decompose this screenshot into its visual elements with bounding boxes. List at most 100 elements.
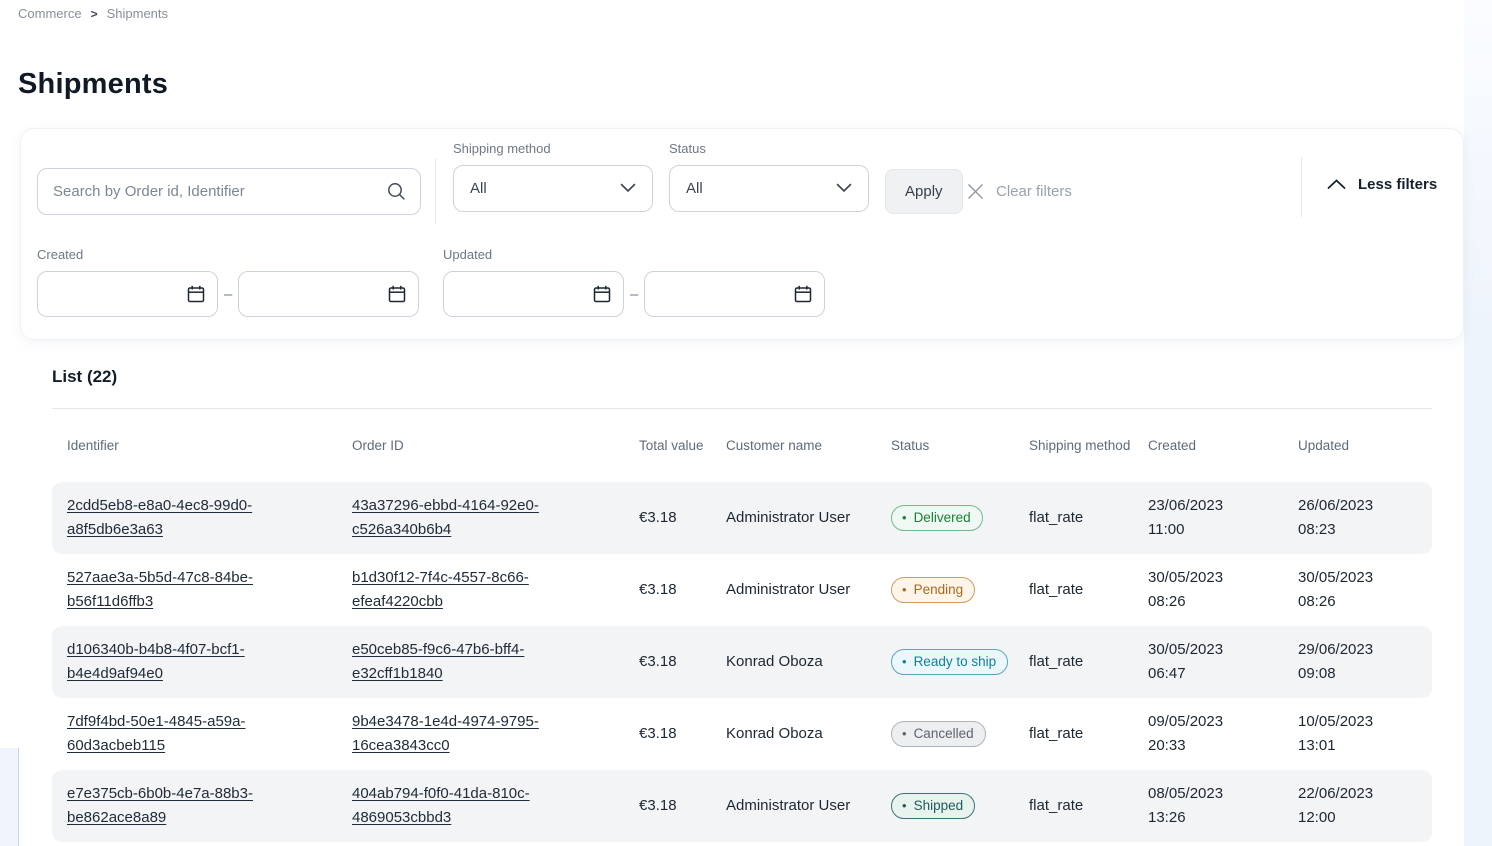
status-badge: •Ready to ship <box>891 649 1008 675</box>
order-id-cell: 43a37296-ebbd-4164-92e0-c526a340b6b4 <box>337 494 587 542</box>
created-cell: 08/05/2023 13:26 <box>1133 782 1251 830</box>
total-value-cell: €3.18 <box>624 722 711 746</box>
order-id-link[interactable]: e50ceb85-f9c6-47b6-bff4-e32cff1b1840 <box>352 638 567 686</box>
customer-name-cell: Konrad Oboza <box>711 650 876 674</box>
status-dot-icon: • <box>902 801 907 811</box>
status-filter-value: All <box>686 180 703 197</box>
customer-name-cell: Konrad Oboza <box>711 722 876 746</box>
status-select[interactable]: All <box>669 165 869 212</box>
updated-cell: 22/06/2023 12:00 <box>1283 782 1401 830</box>
chevron-down-icon <box>836 180 852 197</box>
total-value-cell: €3.18 <box>624 794 711 818</box>
status-badge: •Shipped <box>891 793 975 819</box>
calendar-icon <box>793 284 813 309</box>
clear-filters-button[interactable]: Clear filters <box>966 169 1072 214</box>
column-header: Created <box>1133 437 1283 455</box>
table-header-row: IdentifierOrder IDTotal valueCustomer na… <box>52 409 1432 482</box>
less-filters-label: Less filters <box>1358 176 1437 193</box>
table-row[interactable]: 527aae3a-5b5d-47c8-84be-b56f11d6ffb3 b1d… <box>52 554 1432 626</box>
updated-cell: 30/05/2023 08:26 <box>1283 566 1401 614</box>
status-cell: •Ready to ship <box>876 649 1014 675</box>
column-header: Shipping method <box>1014 437 1133 455</box>
updated-cell: 26/06/2023 08:23 <box>1283 494 1401 542</box>
shipping-method-cell: flat_rate <box>1014 722 1133 746</box>
order-id-cell: 404ab794-f0f0-41da-810c-4869053cbbd3 <box>337 782 587 830</box>
order-id-link[interactable]: b1d30f12-7f4c-4557-8c66-efeaf4220cbb <box>352 566 567 614</box>
search-icon <box>386 181 407 207</box>
status-dot-icon: • <box>902 585 907 595</box>
updated-filter-label: Updated <box>443 247 825 262</box>
column-header: Total value <box>624 437 711 455</box>
close-icon <box>966 182 985 201</box>
created-filter-label: Created <box>37 247 419 262</box>
range-separator: – <box>630 286 638 303</box>
shipping-method-value: All <box>470 180 487 197</box>
identifier-cell: d106340b-b4b8-4f07-bcf1-b4e4d9af94e0 <box>52 638 302 686</box>
order-id-link[interactable]: 404ab794-f0f0-41da-810c-4869053cbbd3 <box>352 782 567 830</box>
order-id-cell: 9b4e3478-1e4d-4974-9795-16cea3843cc0 <box>337 710 587 758</box>
list-title: List (22) <box>52 362 1432 387</box>
created-cell: 23/06/2023 11:00 <box>1133 494 1251 542</box>
status-badge: •Pending <box>891 577 975 603</box>
table-row[interactable]: 7df9f4bd-50e1-4845-a59a-60d3acbeb115 9b4… <box>52 698 1432 770</box>
range-separator: – <box>224 286 232 303</box>
identifier-link[interactable]: d106340b-b4b8-4f07-bcf1-b4e4d9af94e0 <box>67 638 282 686</box>
column-header: Updated <box>1283 437 1417 455</box>
column-header: Customer name <box>711 437 876 455</box>
created-cell: 30/05/2023 08:26 <box>1133 566 1251 614</box>
order-id-link[interactable]: 9b4e3478-1e4d-4974-9795-16cea3843cc0 <box>352 710 567 758</box>
filters-panel: Shipping method All Status All Apply Cle <box>20 128 1464 340</box>
shipping-method-cell: flat_rate <box>1014 650 1133 674</box>
divider <box>435 159 436 224</box>
column-header: Identifier <box>52 437 337 455</box>
identifier-cell: 527aae3a-5b5d-47c8-84be-b56f11d6ffb3 <box>52 566 302 614</box>
table-row[interactable]: d106340b-b4b8-4f07-bcf1-b4e4d9af94e0 e50… <box>52 626 1432 698</box>
status-dot-icon: • <box>902 657 907 667</box>
calendar-icon <box>387 284 407 309</box>
identifier-cell: 7df9f4bd-50e1-4845-a59a-60d3acbeb115 <box>52 710 302 758</box>
breadcrumb-item-commerce[interactable]: Commerce <box>18 6 82 21</box>
shipping-method-label: Shipping method <box>453 141 653 156</box>
created-cell: 30/05/2023 06:47 <box>1133 638 1251 686</box>
shipping-method-cell: flat_rate <box>1014 578 1133 602</box>
total-value-cell: €3.18 <box>624 650 711 674</box>
updated-cell: 29/06/2023 09:08 <box>1283 638 1401 686</box>
status-filter-label: Status <box>669 141 869 156</box>
column-header: Order ID <box>337 437 624 455</box>
status-dot-icon: • <box>902 513 907 523</box>
clear-filters-label: Clear filters <box>996 183 1072 200</box>
calendar-icon <box>592 284 612 309</box>
identifier-link[interactable]: 7df9f4bd-50e1-4845-a59a-60d3acbeb115 <box>67 710 282 758</box>
customer-name-cell: Administrator User <box>711 506 876 530</box>
status-cell: •Cancelled <box>876 721 1014 747</box>
shipments-list: List (22) IdentifierOrder IDTotal valueC… <box>52 362 1432 842</box>
shipping-method-cell: flat_rate <box>1014 794 1133 818</box>
breadcrumb-separator-icon: > <box>91 7 98 21</box>
total-value-cell: €3.18 <box>624 506 711 530</box>
column-header: Status <box>876 437 1014 455</box>
status-cell: •Shipped <box>876 793 1014 819</box>
shipping-method-select[interactable]: All <box>453 165 653 212</box>
breadcrumb: Commerce > Shipments <box>18 6 168 21</box>
chevron-down-icon <box>620 180 636 197</box>
status-cell: •Pending <box>876 577 1014 603</box>
less-filters-toggle[interactable]: Less filters <box>1327 176 1437 193</box>
table-row[interactable]: 2cdd5eb8-e8a0-4ec8-99d0-a8f5db6e3a63 43a… <box>52 482 1432 554</box>
table-row[interactable]: e7e375cb-6b0b-4e7a-88b3-be862ace8a89 404… <box>52 770 1432 842</box>
identifier-link[interactable]: 527aae3a-5b5d-47c8-84be-b56f11d6ffb3 <box>67 566 282 614</box>
order-id-cell: b1d30f12-7f4c-4557-8c66-efeaf4220cbb <box>337 566 587 614</box>
breadcrumb-item-shipments[interactable]: Shipments <box>107 6 168 21</box>
status-badge: •Cancelled <box>891 721 986 747</box>
calendar-icon <box>186 284 206 309</box>
customer-name-cell: Administrator User <box>711 578 876 602</box>
created-cell: 09/05/2023 20:33 <box>1133 710 1251 758</box>
search-input[interactable] <box>37 168 421 215</box>
identifier-cell: 2cdd5eb8-e8a0-4ec8-99d0-a8f5db6e3a63 <box>52 494 302 542</box>
customer-name-cell: Administrator User <box>711 794 876 818</box>
page-title: Shipments <box>18 68 168 101</box>
apply-button[interactable]: Apply <box>885 169 963 214</box>
order-id-link[interactable]: 43a37296-ebbd-4164-92e0-c526a340b6b4 <box>352 494 567 542</box>
identifier-link[interactable]: 2cdd5eb8-e8a0-4ec8-99d0-a8f5db6e3a63 <box>67 494 282 542</box>
identifier-link[interactable]: e7e375cb-6b0b-4e7a-88b3-be862ace8a89 <box>67 782 282 830</box>
sidebar-edge <box>0 748 19 846</box>
